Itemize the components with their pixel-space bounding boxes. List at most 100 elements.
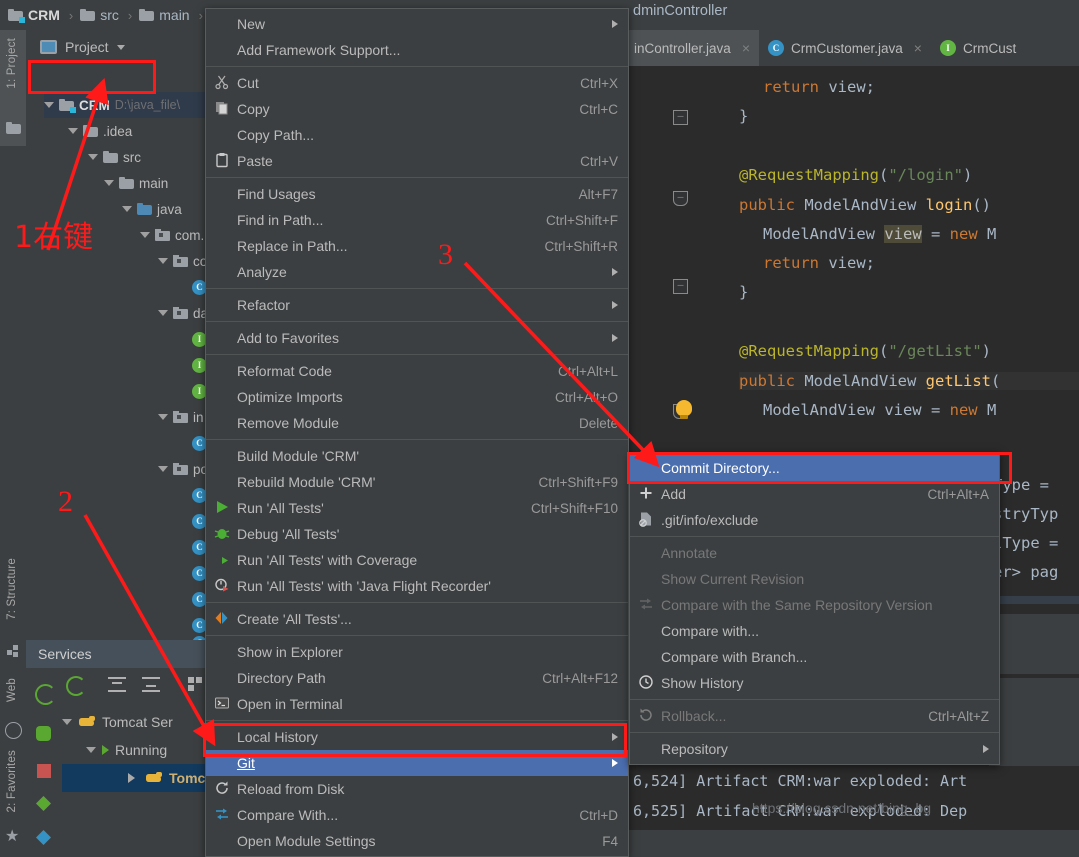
fold-marker-icon[interactable]: – bbox=[673, 191, 688, 206]
menu-item-remove-module[interactable]: Remove Module Delete bbox=[206, 410, 628, 436]
git-submenu[interactable]: Commit Directory... Add Ctrl+Alt+A .git/… bbox=[629, 452, 1000, 765]
menu-item-run-with-jfr[interactable]: Run 'All Tests' with 'Java Flight Record… bbox=[206, 573, 628, 599]
menu-item-local-history[interactable]: Local History bbox=[206, 724, 628, 750]
menu-item-find-usages[interactable]: Find Usages Alt+F7 bbox=[206, 181, 628, 207]
menu-item-run-with-coverage[interactable]: Run 'All Tests' with Coverage bbox=[206, 547, 628, 573]
context-menu[interactable]: New Add Framework Support... Cut Ctrl+X … bbox=[205, 8, 629, 857]
tree-node-idea[interactable]: .idea bbox=[68, 118, 132, 144]
menu-item-debug-all-tests[interactable]: Debug 'All Tests' bbox=[206, 521, 628, 547]
tree-node-java[interactable]: java bbox=[122, 196, 182, 222]
menu-item-paste[interactable]: Paste Ctrl+V bbox=[206, 148, 628, 174]
group-by-icon[interactable] bbox=[188, 677, 204, 693]
chevron-down-icon[interactable] bbox=[158, 414, 168, 420]
editor-tab-bar[interactable]: inController.java × C CrmCustomer.java ×… bbox=[625, 30, 1079, 66]
menu-item-copy[interactable]: Copy Ctrl+C bbox=[206, 96, 628, 122]
breadcrumb-item-main[interactable]: main › bbox=[139, 7, 207, 23]
tree-node-interceptor[interactable]: in bbox=[158, 404, 204, 430]
menu-item-commit-directory[interactable]: Commit Directory... bbox=[630, 455, 999, 481]
menu-item-open-in-terminal[interactable]: Open in Terminal bbox=[206, 691, 628, 717]
breadcrumb-separator: › bbox=[128, 8, 132, 23]
deploy-icon[interactable] bbox=[36, 796, 51, 811]
chevron-down-icon[interactable] bbox=[62, 719, 72, 725]
tree-node-label: in bbox=[193, 410, 204, 425]
menu-item-reload-from-disk[interactable]: Reload from Disk bbox=[206, 776, 628, 802]
menu-item-add-framework-support[interactable]: Add Framework Support... bbox=[206, 37, 628, 63]
menu-item-create-all-tests[interactable]: Create 'All Tests'... bbox=[206, 606, 628, 632]
expand-all-icon[interactable] bbox=[108, 677, 126, 693]
services-side-toolbar[interactable] bbox=[26, 668, 62, 830]
menu-item-find-in-path[interactable]: Find in Path... Ctrl+Shift+F bbox=[206, 207, 628, 233]
chevron-down-icon[interactable] bbox=[122, 206, 132, 212]
sidebar-item-favorites[interactable]: 2: Favorites bbox=[6, 750, 18, 812]
menu-item-analyze[interactable]: Analyze bbox=[206, 259, 628, 285]
menu-item-git-info-exclude[interactable]: .git/info/exclude bbox=[630, 507, 999, 533]
chevron-down-icon[interactable] bbox=[88, 154, 98, 160]
tree-node-pojo[interactable]: po bbox=[158, 456, 208, 482]
chevron-down-icon[interactable] bbox=[140, 232, 150, 238]
menu-item-directory-path[interactable]: Directory Path Ctrl+Alt+F12 bbox=[206, 665, 628, 691]
menu-item-label: Show in Explorer bbox=[237, 644, 618, 660]
artifact-icon[interactable] bbox=[36, 830, 51, 845]
close-icon[interactable]: × bbox=[742, 40, 750, 56]
chevron-down-icon[interactable] bbox=[158, 466, 168, 472]
breadcrumb-label: CRM bbox=[28, 7, 60, 23]
menu-item-add-to-favorites[interactable]: Add to Favorites bbox=[206, 325, 628, 351]
menu-item-show-history[interactable]: Show History bbox=[630, 670, 999, 696]
debug-icon[interactable] bbox=[36, 726, 51, 741]
service-row-running[interactable]: Running bbox=[86, 736, 167, 764]
tree-node-crm[interactable]: CRM D:\java_file\ bbox=[44, 92, 224, 118]
menu-item-repository[interactable]: Repository bbox=[630, 736, 999, 762]
menu-item-replace-in-path[interactable]: Replace in Path... Ctrl+Shift+R bbox=[206, 233, 628, 259]
chevron-down-icon[interactable] bbox=[68, 128, 78, 134]
breadcrumb-item-src[interactable]: src › bbox=[80, 7, 136, 23]
chevron-down-icon[interactable] bbox=[104, 180, 114, 186]
chevron-down-icon[interactable] bbox=[86, 747, 96, 753]
tree-node-label: src bbox=[123, 150, 141, 165]
menu-item-run-all-tests[interactable]: Run 'All Tests' Ctrl+Shift+F10 bbox=[206, 495, 628, 521]
service-row-tomcat-server[interactable]: Tomcat Ser bbox=[62, 708, 173, 736]
sidebar-item-structure[interactable]: 7: Structure bbox=[6, 558, 18, 620]
tree-node-main[interactable]: main bbox=[104, 170, 168, 196]
menu-item-open-module-settings[interactable]: Open Module Settings F4 bbox=[206, 828, 628, 854]
menu-item-rebuild-module[interactable]: Rebuild Module 'CRM' Ctrl+Shift+F9 bbox=[206, 469, 628, 495]
tree-node-controller[interactable]: co bbox=[158, 248, 207, 274]
menu-item-new[interactable]: New bbox=[206, 11, 628, 37]
chevron-down-icon[interactable] bbox=[117, 45, 125, 50]
close-icon[interactable]: × bbox=[914, 40, 922, 56]
chevron-right-icon[interactable] bbox=[128, 773, 135, 783]
fold-marker-icon[interactable]: – bbox=[673, 110, 688, 125]
collapse-all-icon[interactable] bbox=[142, 677, 160, 693]
rerun-icon[interactable] bbox=[66, 676, 86, 696]
tab-crmcust[interactable]: I CrmCust bbox=[931, 30, 1025, 66]
tab-admincontroller[interactable]: inController.java × bbox=[625, 30, 759, 66]
menu-item-cut[interactable]: Cut Ctrl+X bbox=[206, 70, 628, 96]
tab-crmcustomer[interactable]: C CrmCustomer.java × bbox=[759, 30, 931, 66]
menu-item-compare-with[interactable]: Compare with... bbox=[630, 618, 999, 644]
menu-item-compare-with-branch[interactable]: Compare with Branch... bbox=[630, 644, 999, 670]
tree-node-dao[interactable]: da bbox=[158, 300, 208, 326]
tree-node-com[interactable]: com. bbox=[140, 222, 204, 248]
chevron-down-icon[interactable] bbox=[44, 102, 54, 108]
intention-bulb-icon[interactable] bbox=[676, 400, 692, 416]
tree-node-src[interactable]: src bbox=[88, 144, 141, 170]
menu-item-compare-with[interactable]: Compare With... Ctrl+D bbox=[206, 802, 628, 828]
sidebar-item-project[interactable]: 1: Project bbox=[6, 38, 18, 89]
menu-item-copy-path[interactable]: Copy Path... bbox=[206, 122, 628, 148]
menu-item-show-current-revision: Show Current Revision bbox=[630, 566, 999, 592]
stop-icon[interactable] bbox=[37, 764, 51, 778]
menu-item-show-in-explorer[interactable]: Show in Explorer bbox=[206, 639, 628, 665]
left-tool-window-strip[interactable]: 1: Project 7: Structure Web 2: Favorites… bbox=[0, 30, 26, 830]
run-console[interactable]: 6,524] Artifact CRM:war exploded: Art 6,… bbox=[625, 766, 1079, 830]
chevron-down-icon[interactable] bbox=[158, 310, 168, 316]
menu-item-build-module[interactable]: Build Module 'CRM' bbox=[206, 443, 628, 469]
menu-item-add[interactable]: Add Ctrl+Alt+A bbox=[630, 481, 999, 507]
menu-item-optimize-imports[interactable]: Optimize Imports Ctrl+Alt+O bbox=[206, 384, 628, 410]
menu-item-refactor[interactable]: Refactor bbox=[206, 292, 628, 318]
menu-item-reformat-code[interactable]: Reformat Code Ctrl+Alt+L bbox=[206, 358, 628, 384]
chevron-down-icon[interactable] bbox=[158, 258, 168, 264]
fold-marker-icon[interactable]: – bbox=[673, 279, 688, 294]
breadcrumb-item-crm[interactable]: CRM › bbox=[8, 7, 77, 23]
menu-item-git[interactable]: Git bbox=[206, 750, 628, 776]
rerun-icon[interactable] bbox=[35, 684, 56, 705]
sidebar-item-web[interactable]: Web bbox=[6, 678, 18, 702]
